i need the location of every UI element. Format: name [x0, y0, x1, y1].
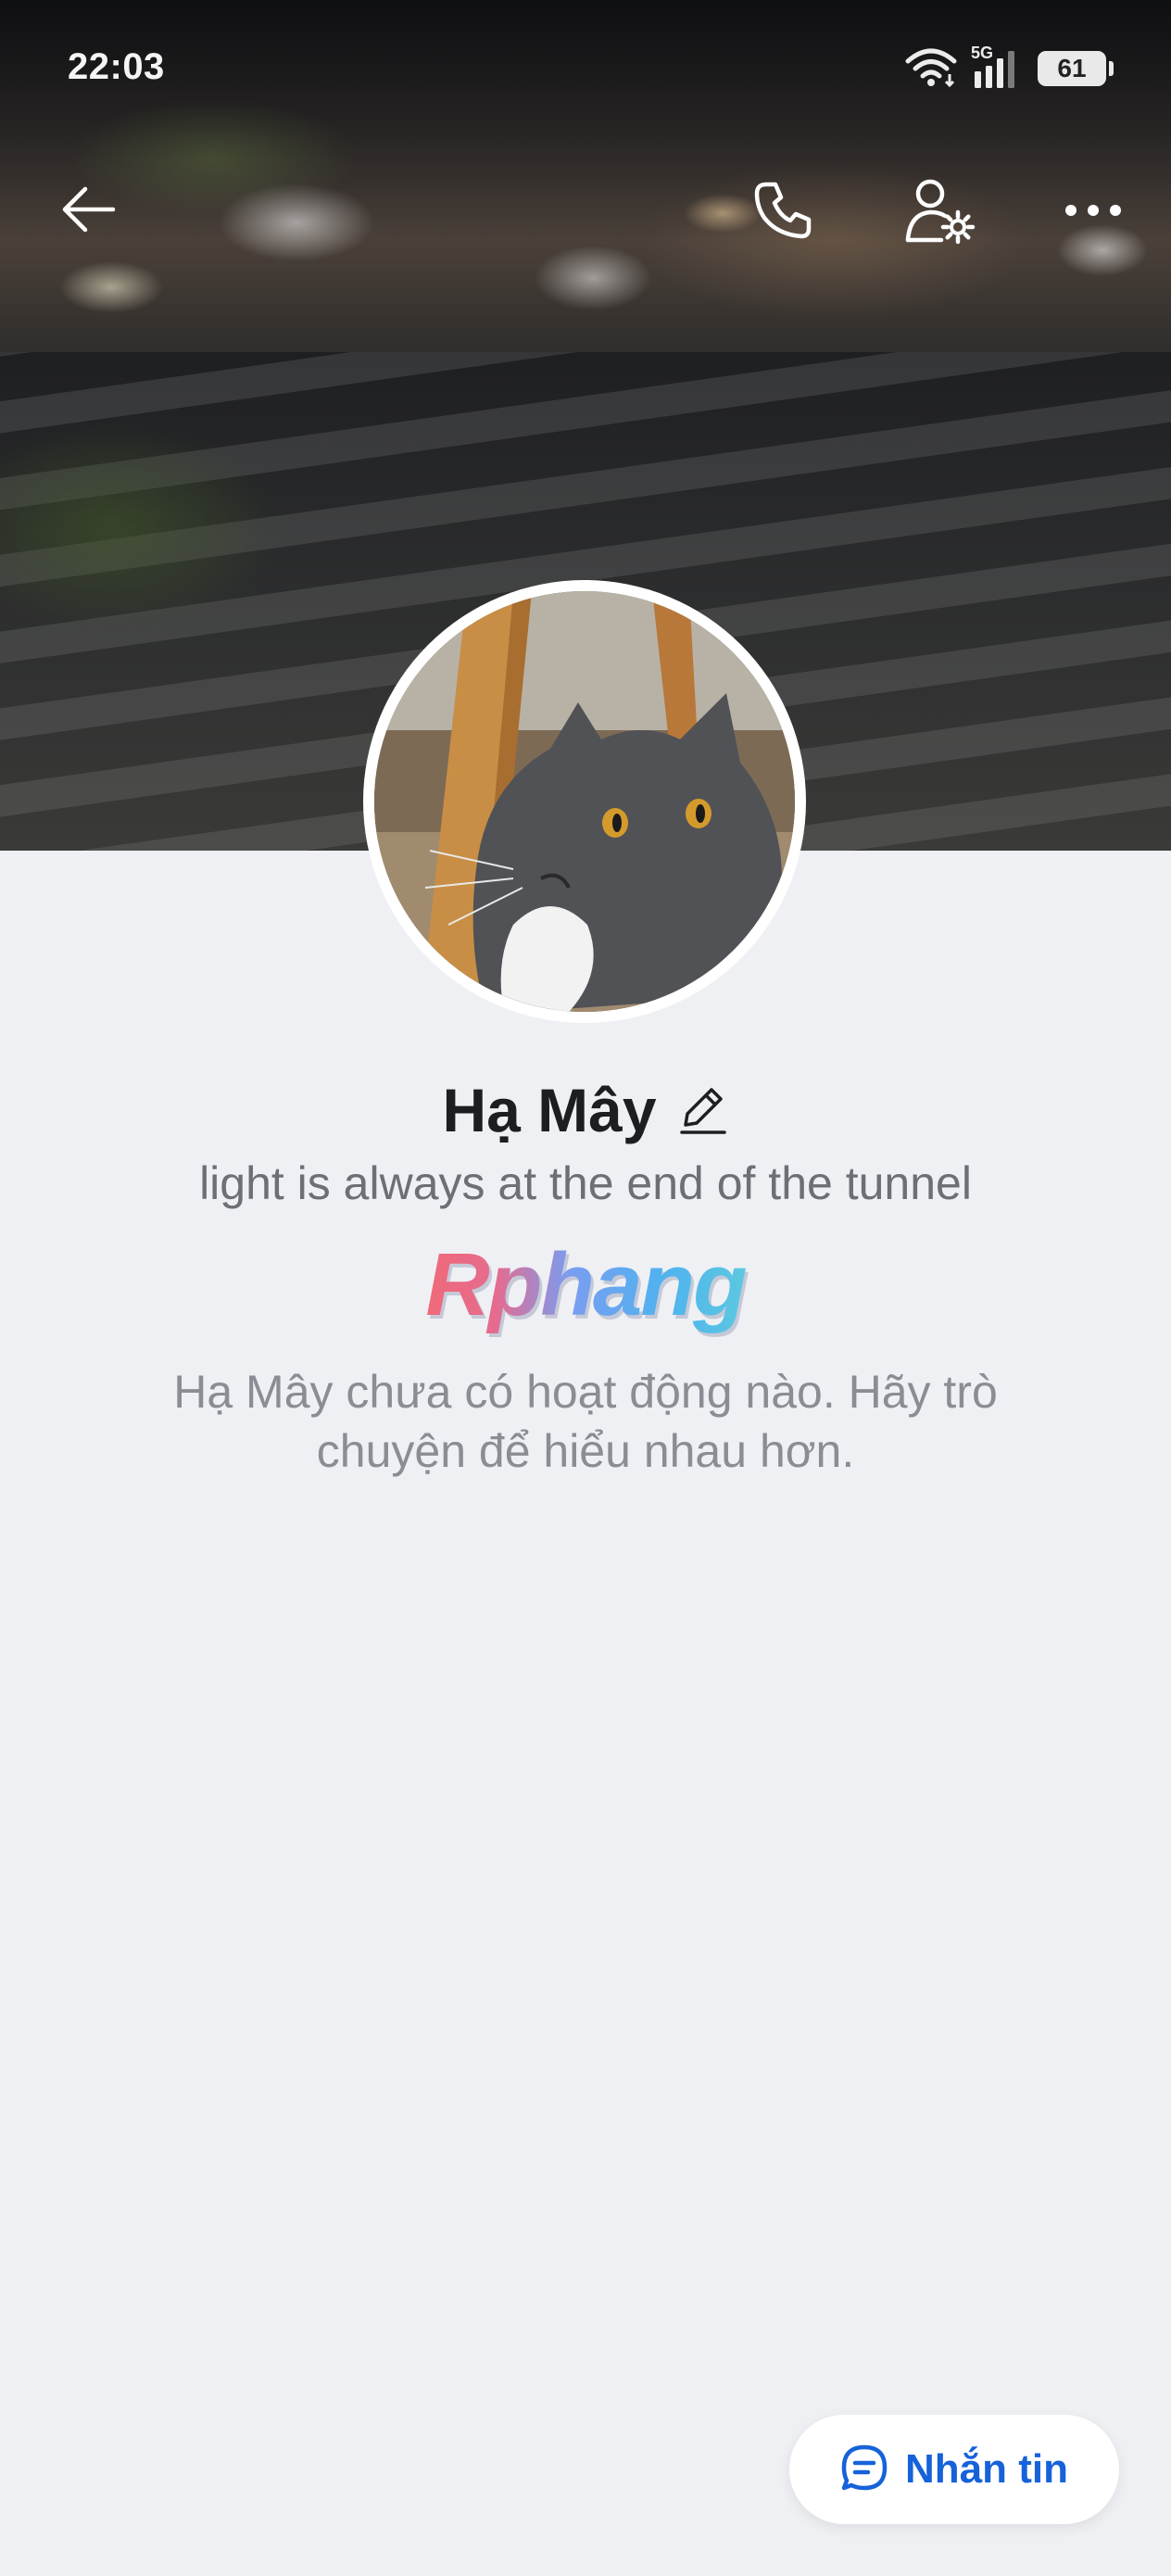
back-button[interactable]: [50, 174, 124, 248]
profile-status: light is always at the end of the tunnel: [199, 1157, 972, 1209]
name-row: Hạ Mây: [0, 1066, 1171, 1155]
empty-activity-message: Hạ Mây chưa có hoạt động nào. Hãy trò ch…: [173, 1366, 998, 1477]
user-settings-icon: [902, 175, 976, 250]
status-time: 22:03: [68, 46, 165, 87]
brand-logo: Rphang: [0, 1234, 1171, 1336]
call-button[interactable]: [741, 170, 825, 254]
message-button-label: Nhắn tin: [905, 2446, 1068, 2492]
message-button[interactable]: Nhắn tin: [789, 2415, 1119, 2524]
top-nav: [0, 158, 1171, 259]
signal-icon: 5G: [971, 44, 1025, 90]
more-button[interactable]: [1056, 170, 1130, 254]
avatar[interactable]: [363, 580, 806, 1023]
status-icons: 5G 61: [904, 44, 1114, 92]
profile-name: Hạ Mây: [442, 1076, 657, 1144]
back-arrow-icon: [57, 183, 117, 240]
wifi-icon: [904, 46, 958, 92]
pencil-icon: [679, 1084, 728, 1141]
profile-page: 22:03 5G 61 Hạ Mây light is always at th…: [0, 0, 1171, 2576]
brand-logo-text: Rphang: [425, 1235, 747, 1334]
status-bar: 22:03 5G 61: [0, 0, 1171, 139]
battery-icon: 61: [1038, 51, 1114, 86]
edit-name-button[interactable]: [679, 1085, 729, 1139]
profile-settings-button[interactable]: [893, 170, 986, 254]
battery-level: 61: [1057, 54, 1087, 82]
avatar-photo: [374, 591, 795, 1012]
phone-icon: [749, 177, 816, 248]
more-icon: [1064, 203, 1123, 222]
chat-bubble-icon: [840, 2443, 888, 2496]
